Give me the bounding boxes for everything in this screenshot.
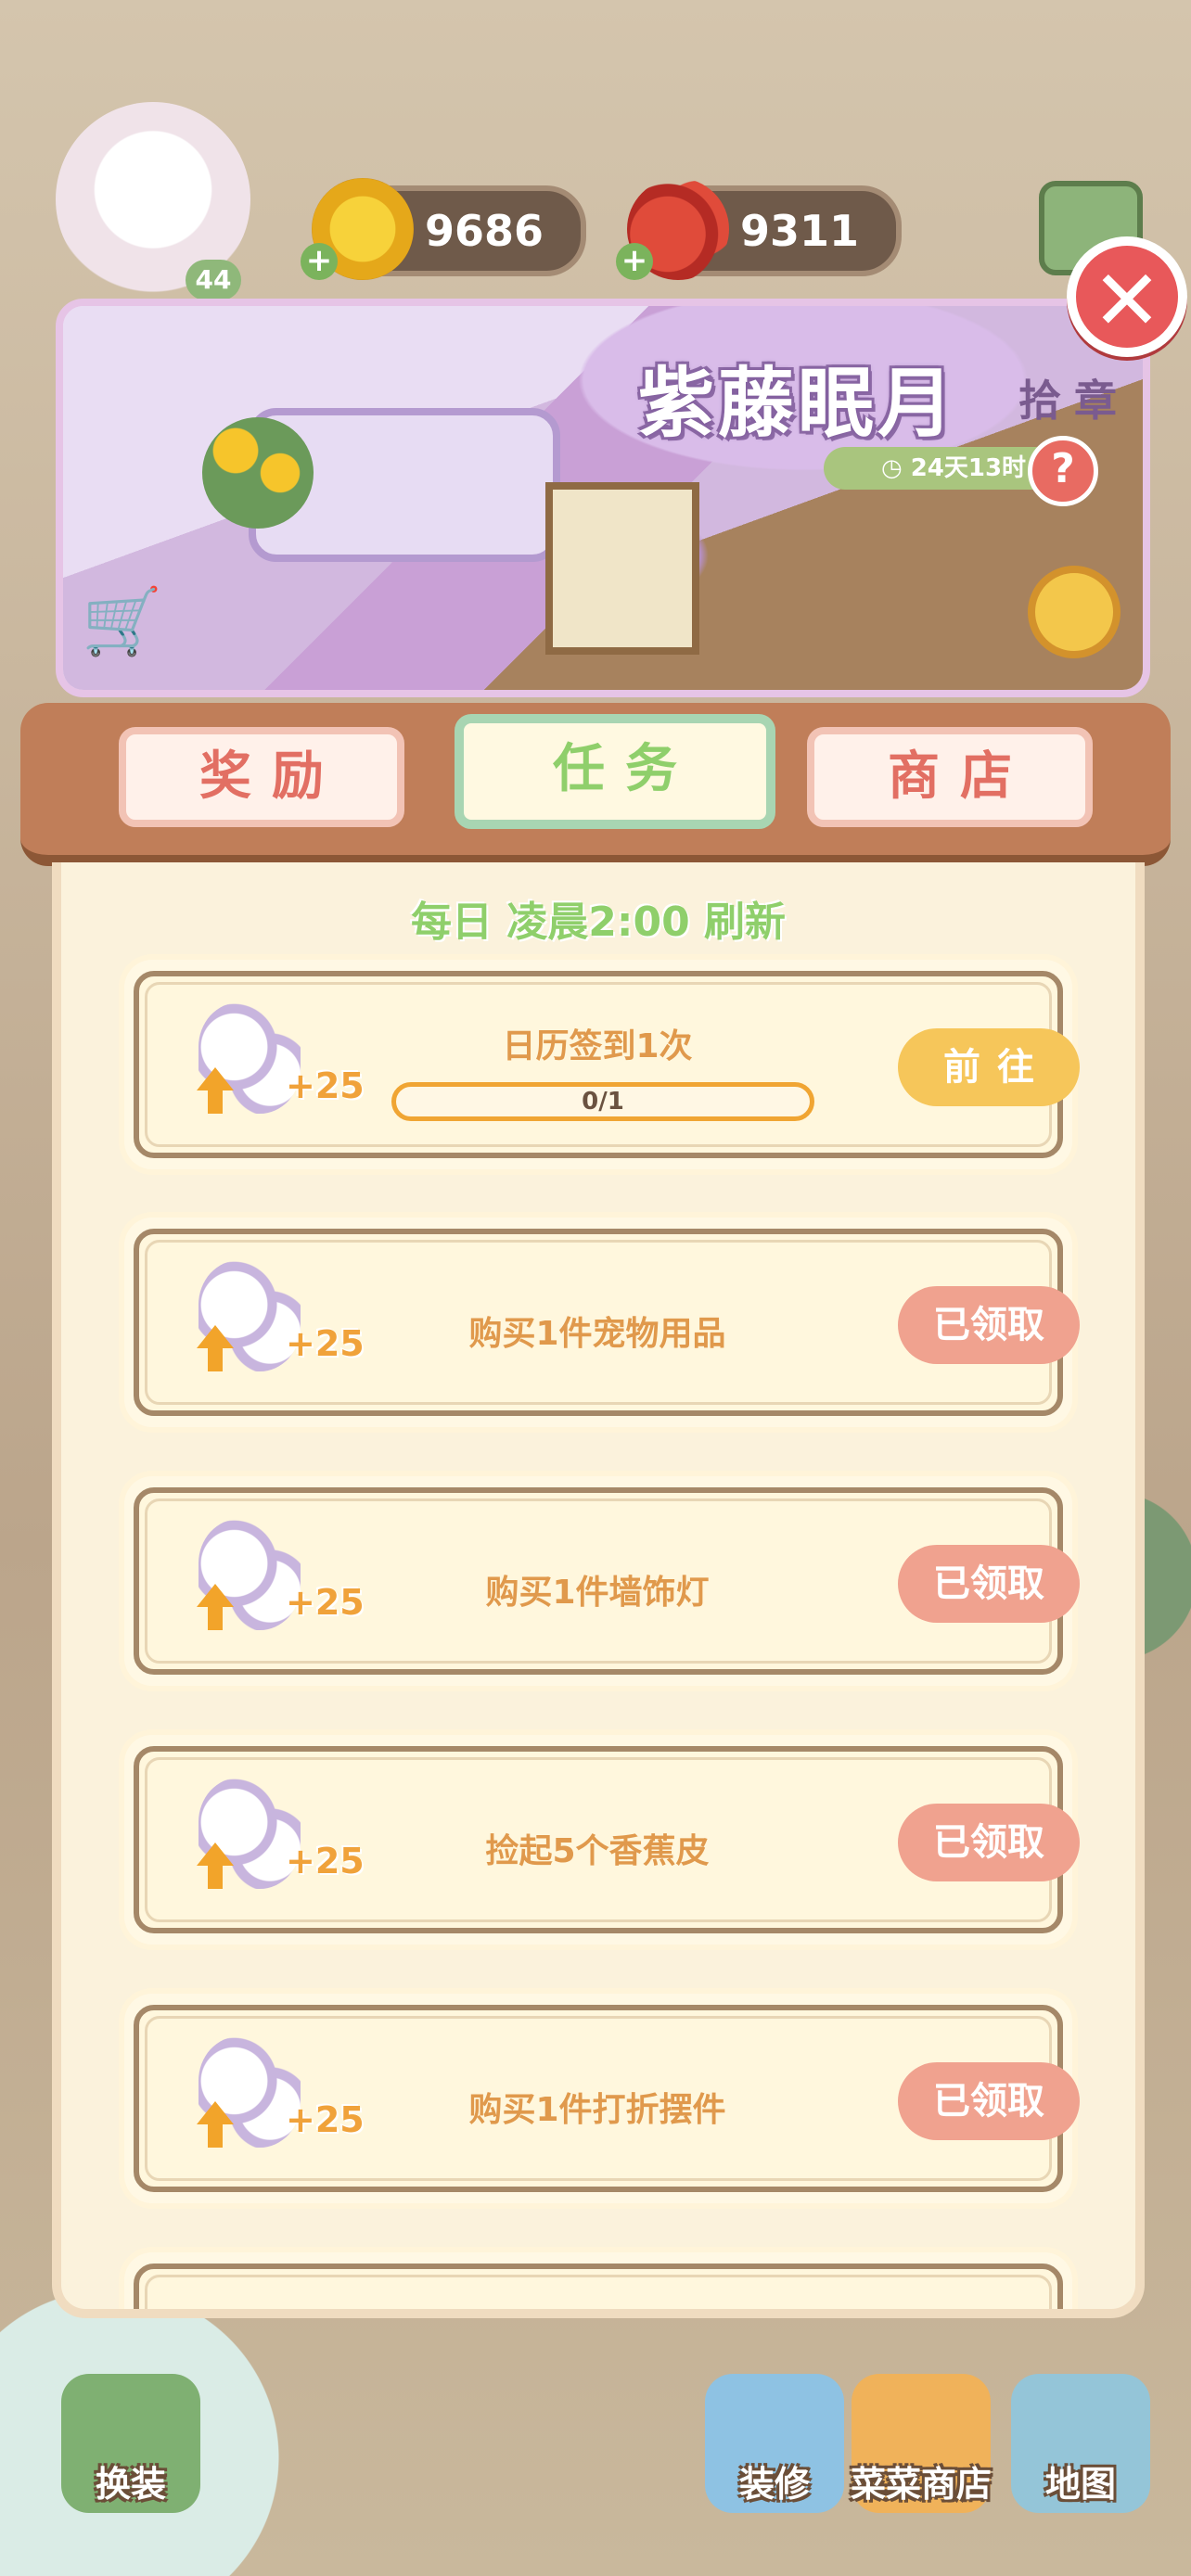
progress-bar: 0/1 [391,1082,814,1121]
tab-task[interactable]: 任务 [455,714,775,829]
tab-reward[interactable]: 奖励 [119,727,404,827]
event-subtitle: 拾章 [1018,376,1130,426]
gold-counter[interactable]: + 9686 [301,178,586,280]
cart-icon[interactable]: 🛒 [82,584,165,658]
task-item: +25 购买1件打折摆件 已领取 [124,1994,1080,2203]
task-panel[interactable]: 每日 凌晨2:00 刷新 +25 日历签到1次 0/1 前往 +25 购买1件宠… [52,862,1145,2318]
event-title: 紫藤眠月 [638,360,958,448]
task-name: 购买1件墙饰灯 [485,1574,710,1612]
task-item: +25 购买1件宠物用品 已领取 [124,1218,1080,1427]
tomato-counter[interactable]: + 9311 [616,178,902,280]
event-banner: 紫藤眠月 拾章 ◷ 24天13时 ? 🛒 [56,299,1150,697]
task-name: 购买1件打折摆件 [468,2091,726,2129]
sunflower-vase-illustration [202,417,314,529]
task-item-partial [124,2252,1072,2309]
help-button[interactable]: ? [1028,436,1098,506]
task-item: +25 购买1件墙饰灯 已领取 [124,1476,1080,1686]
level-badge: 44 [186,260,241,300]
refresh-notice: 每日 凌晨2:00 刷新 [410,899,787,946]
claimed-button[interactable]: 已领取 [898,2062,1080,2140]
claimed-button[interactable]: 已领取 [898,1286,1080,1364]
magnifier-icon[interactable] [1028,566,1121,658]
gold-amount: 9686 [424,206,544,256]
player-avatar[interactable]: 44 [56,102,250,300]
change-outfit-label[interactable]: 换装 [29,2455,233,2506]
add-tomato-icon[interactable]: + [616,243,653,280]
map-label[interactable]: 地图 [979,2455,1183,2506]
reward-amount: +25 [286,1841,365,1881]
task-item: +25 捡起5个香蕉皮 已领取 [124,1735,1080,1945]
claimed-button[interactable]: 已领取 [898,1545,1080,1623]
claimed-button[interactable]: 已领取 [898,1804,1080,1881]
task-name: 捡起5个香蕉皮 [485,1832,710,1870]
clock-icon: ◷ [880,454,911,482]
tab-bar: 奖励 任务 商店 [20,703,1171,866]
reward-amount: +25 [286,2099,365,2140]
reward-amount: +25 [286,1582,365,1623]
add-gold-icon[interactable]: + [301,243,338,280]
close-button[interactable]: ✕ [1067,236,1187,357]
tomato-amount: 9311 [739,206,859,256]
task-item: +25 日历签到1次 0/1 前往 [124,960,1080,1169]
tab-shop[interactable]: 商店 [807,727,1093,827]
reward-amount: +25 [286,1065,365,1106]
task-name: 购买1件宠物用品 [468,1315,726,1353]
task-name: 日历签到1次 [502,1027,693,1065]
timer-text: 24天13时 [910,454,1027,482]
go-button[interactable]: 前往 [898,1028,1080,1106]
reward-amount: +25 [286,1323,365,1364]
